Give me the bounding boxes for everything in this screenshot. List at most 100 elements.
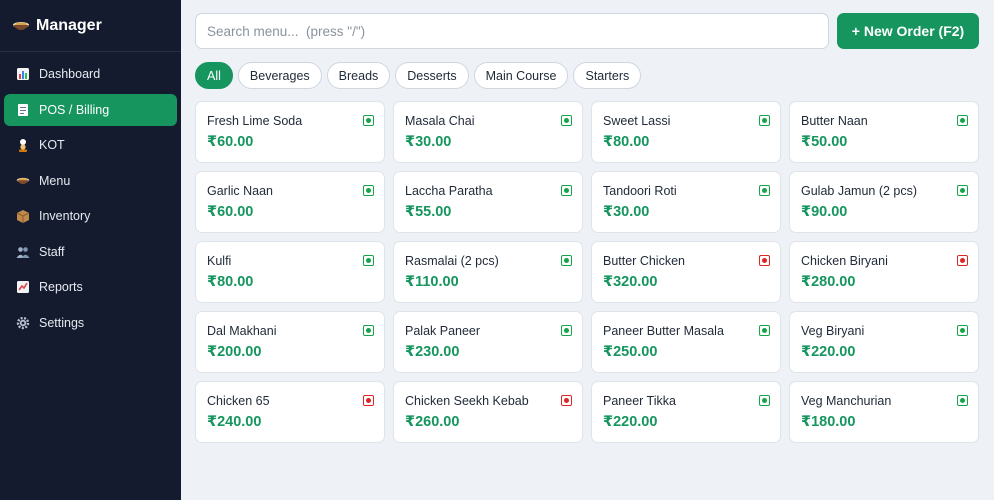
menu-item-name: Rasmalai (2 pcs) xyxy=(405,254,499,268)
search-input[interactable] xyxy=(195,13,829,49)
menu-item-name: Butter Naan xyxy=(801,114,868,128)
bar-chart-icon xyxy=(15,66,31,82)
menu-grid: Fresh Lime Soda ₹60.00 Masala Chai ₹30.00 Sw… xyxy=(195,101,979,443)
menu-item-price: ₹180.00 xyxy=(801,414,856,430)
menu-item-card[interactable]: Gulab Jamun (2 pcs) ₹90.00 xyxy=(789,171,979,233)
sidebar-item-settings[interactable]: Settings xyxy=(4,307,177,339)
menu-item-price: ₹260.00 xyxy=(405,414,460,430)
menu-item-price: ₹90.00 xyxy=(801,204,848,220)
menu-item-price: ₹60.00 xyxy=(207,134,254,150)
chef-icon xyxy=(15,137,31,153)
menu-item-card[interactable]: Paneer Butter Masala ₹250.00 xyxy=(591,311,781,373)
bowl-icon xyxy=(15,173,31,189)
non-veg-indicator-icon xyxy=(363,395,374,406)
filter-chip-main-course[interactable]: Main Course xyxy=(473,62,569,89)
menu-item-price: ₹280.00 xyxy=(801,274,856,290)
sidebar-item-label: Dashboard xyxy=(39,67,101,81)
menu-item-name: Laccha Paratha xyxy=(405,184,493,198)
menu-item-price: ₹250.00 xyxy=(603,344,658,360)
menu-item-price: ₹55.00 xyxy=(405,204,452,220)
menu-item-price: ₹230.00 xyxy=(405,344,460,360)
receipt-icon xyxy=(15,102,31,118)
menu-item-card[interactable]: Garlic Naan ₹60.00 xyxy=(195,171,385,233)
menu-item-card[interactable]: Veg Biryani ₹220.00 xyxy=(789,311,979,373)
menu-item-price: ₹220.00 xyxy=(801,344,856,360)
sidebar-item-pos-billing[interactable]: POS / Billing xyxy=(4,93,177,126)
sidebar-item-label: Settings xyxy=(39,315,85,330)
menu-item-name: Veg Manchurian xyxy=(801,394,892,408)
menu-item-price: ₹200.00 xyxy=(207,344,262,360)
menu-item-price: ₹60.00 xyxy=(207,204,254,220)
menu-item-price: ₹110.00 xyxy=(405,274,459,290)
filter-chip-beverages[interactable]: Beverages xyxy=(237,62,322,89)
menu-item-card[interactable]: Masala Chai ₹30.00 xyxy=(393,101,583,163)
veg-indicator-icon xyxy=(957,115,968,126)
sidebar-item-inventory[interactable]: Inventory xyxy=(4,200,177,232)
veg-indicator-icon xyxy=(759,115,770,126)
menu-item-price: ₹30.00 xyxy=(405,134,452,150)
veg-indicator-icon xyxy=(561,325,572,336)
menu-item-name: Tandoori Roti xyxy=(603,184,677,198)
menu-item-name: Sweet Lassi xyxy=(603,114,671,128)
sidebar-item-menu[interactable]: Menu xyxy=(4,165,177,197)
menu-item-price: ₹220.00 xyxy=(603,414,658,430)
menu-item-card[interactable]: Tandoori Roti ₹30.00 xyxy=(591,171,781,233)
filter-chip-desserts[interactable]: Desserts xyxy=(395,62,469,89)
menu-item-card[interactable]: Veg Manchurian ₹180.00 xyxy=(789,381,979,443)
veg-indicator-icon xyxy=(957,395,968,406)
sidebar-item-label: KOT xyxy=(39,138,65,152)
sidebar-item-dashboard[interactable]: Dashboard xyxy=(4,58,177,90)
menu-item-card[interactable]: Paneer Tikka ₹220.00 xyxy=(591,381,781,443)
sidebar-item-label: Inventory xyxy=(39,209,91,223)
people-icon xyxy=(15,244,31,260)
box-icon xyxy=(15,208,31,224)
non-veg-indicator-icon xyxy=(759,255,770,266)
brand[interactable]: Manager xyxy=(0,0,181,52)
menu-item-card[interactable]: Sweet Lassi ₹80.00 xyxy=(591,101,781,163)
menu-item-card[interactable]: Kulfi ₹80.00 xyxy=(195,241,385,303)
gear-icon xyxy=(15,315,31,331)
menu-item-card[interactable]: Butter Chicken ₹320.00 xyxy=(591,241,781,303)
menu-item-price: ₹240.00 xyxy=(207,414,262,430)
filter-chip-breads[interactable]: Breads xyxy=(326,62,391,89)
sidebar-item-staff[interactable]: Staff xyxy=(4,236,177,268)
veg-indicator-icon xyxy=(759,395,770,406)
menu-item-card[interactable]: Palak Paneer ₹230.00 xyxy=(393,311,583,373)
menu-item-name: Chicken 65 xyxy=(207,394,270,408)
veg-indicator-icon xyxy=(957,185,968,196)
menu-item-name: Butter Chicken xyxy=(603,254,685,268)
veg-indicator-icon xyxy=(363,185,374,196)
menu-item-card[interactable]: Chicken 65 ₹240.00 xyxy=(195,381,385,443)
menu-item-card[interactable]: Chicken Biryani ₹280.00 xyxy=(789,241,979,303)
sidebar-item-label: POS / Billing xyxy=(39,102,110,117)
sidebar-item-label: Reports xyxy=(39,280,83,294)
menu-item-card[interactable]: Rasmalai (2 pcs) ₹110.00 xyxy=(393,241,583,303)
menu-item-name: Masala Chai xyxy=(405,114,475,128)
menu-item-card[interactable]: Dal Makhani ₹200.00 xyxy=(195,311,385,373)
menu-item-name: Chicken Biryani xyxy=(801,254,888,268)
bowl-icon xyxy=(12,17,30,35)
menu-item-card[interactable]: Butter Naan ₹50.00 xyxy=(789,101,979,163)
menu-item-card[interactable]: Laccha Paratha ₹55.00 xyxy=(393,171,583,233)
menu-item-name: Fresh Lime Soda xyxy=(207,114,303,128)
main-content: + New Order (F2) AllBeveragesBreadsDesse… xyxy=(181,0,994,500)
line-chart-icon xyxy=(15,279,31,295)
menu-item-name: Palak Paneer xyxy=(405,324,481,338)
app-title: Manager xyxy=(36,16,102,34)
new-order-button[interactable]: + New Order (F2) xyxy=(837,13,979,49)
sidebar-nav: Dashboard POS / Billing KOT Menu Inventory St… xyxy=(0,52,181,339)
filter-chip-all[interactable]: All xyxy=(195,62,233,89)
menu-item-name: Gulab Jamun (2 pcs) xyxy=(801,184,918,198)
menu-item-name: Chicken Seekh Kebab xyxy=(405,394,529,408)
veg-indicator-icon xyxy=(561,185,572,196)
menu-item-name: Dal Makhani xyxy=(207,324,277,338)
sidebar-item-reports[interactable]: Reports xyxy=(4,271,177,303)
menu-item-card[interactable]: Fresh Lime Soda ₹60.00 xyxy=(195,101,385,163)
filter-chip-starters[interactable]: Starters xyxy=(573,62,642,89)
sidebar-item-label: Menu xyxy=(39,173,71,188)
sidebar-item-kot[interactable]: KOT xyxy=(4,129,177,161)
menu-item-price: ₹320.00 xyxy=(603,274,658,290)
menu-item-card[interactable]: Chicken Seekh Kebab ₹260.00 xyxy=(393,381,583,443)
menu-item-name: Paneer Tikka xyxy=(603,394,676,408)
menu-item-name: Paneer Butter Masala xyxy=(603,324,724,338)
